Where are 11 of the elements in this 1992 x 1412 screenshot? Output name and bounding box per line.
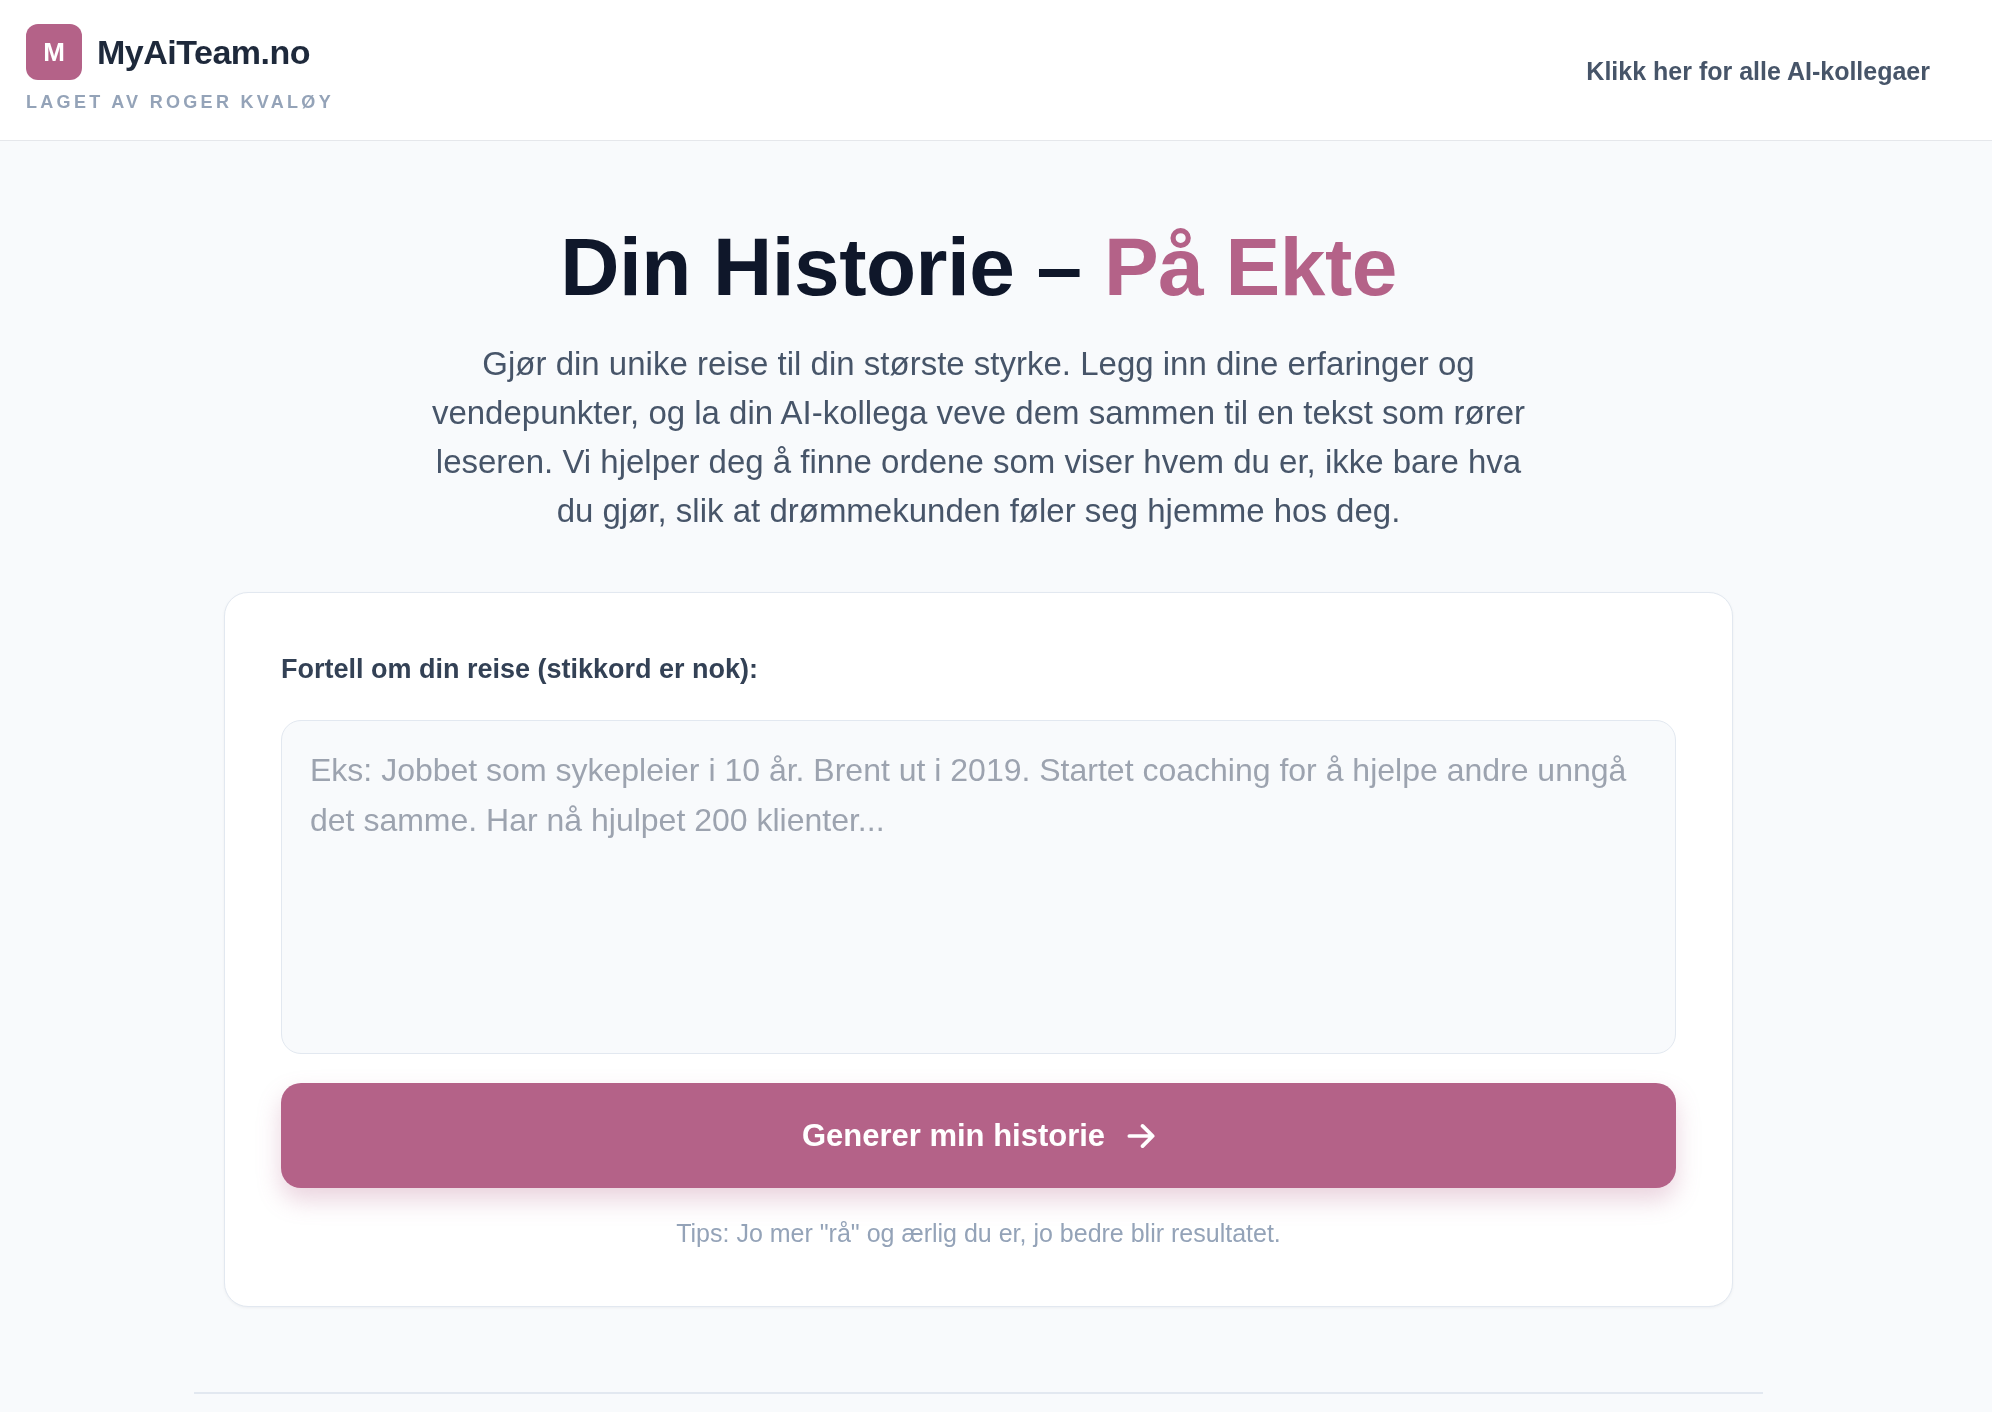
intro-paragraph: Gjør din unike reise til din største styrke. Legg inn dine erfaringer og vendepunkter, og la din AI-kollega veve dem sammen til en tekst som rører leseren. Vi hjelper deg å finne ordene som viser hvem du er, ikke bare hva du gjør, slik at drømmekunden føler seg hjemme hos deg. (430, 344, 1527, 531)
nav-link[interactable]: Klikk her for alle AI-kollegaer (1586, 56, 1930, 86)
page-title: Din Historie – På Ekte (560, 222, 1397, 312)
logo-mark: M (26, 24, 82, 80)
story-input-field[interactable]: Eks: Jobbet som sykepleier i 10 år. Brent ut i 2019. Startet coaching for å hjelpe andre unngå det samme. Har nå hjulpet 200 klienter... (281, 720, 1676, 1054)
generate-button[interactable]: Generer min historie (281, 1083, 1676, 1188)
brand-name: MyAiTeam.no (97, 32, 310, 72)
field-label: Fortell om din reise (stikkord er nok): (281, 653, 759, 685)
tip-text: Tips: Jo mer "rå" og ærlig du er, jo bedre blir resultatet. (676, 1218, 1281, 1248)
tagline: LAGET AV ROGER KVALØY (26, 91, 334, 113)
arrow-right-icon (1127, 1122, 1156, 1149)
